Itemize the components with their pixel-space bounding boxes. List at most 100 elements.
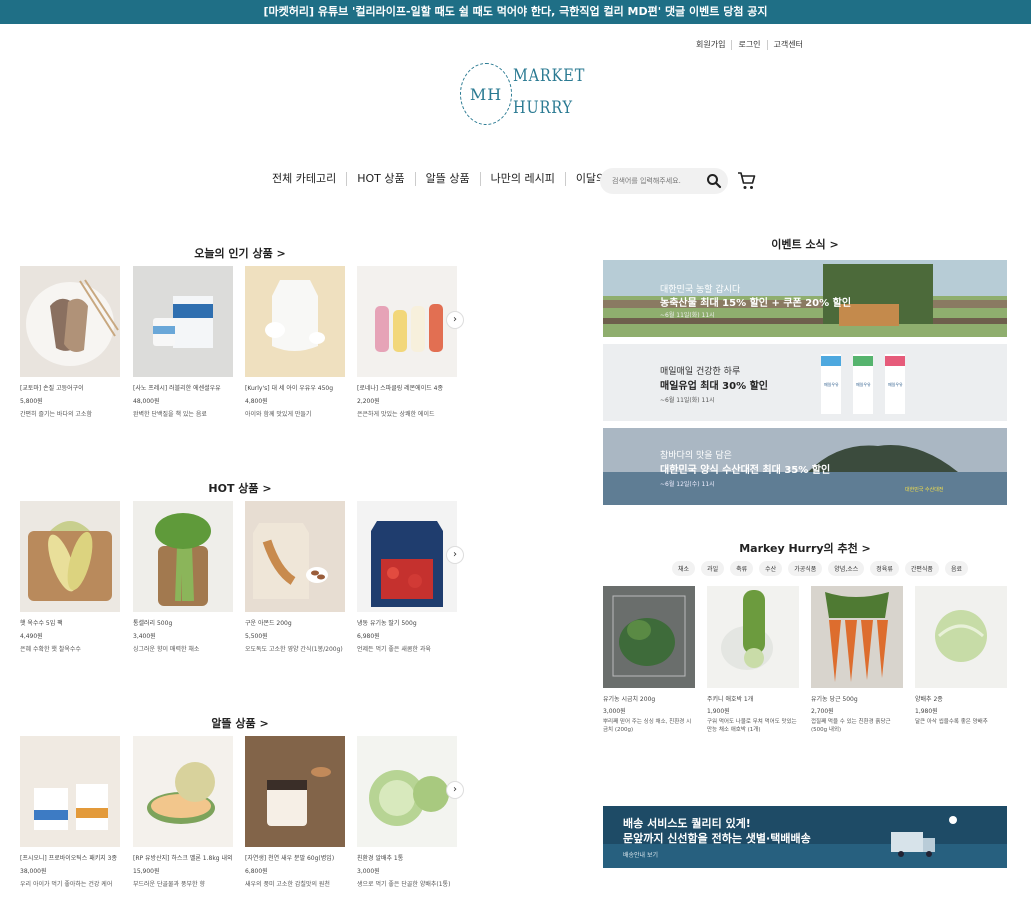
product-card[interactable]: [교토마] 손질 고등어구이 5,800원 간편히 즐기는 바다의 고소함 — [20, 266, 120, 418]
bargain-section-title[interactable]: 알뜰 상품 > — [20, 715, 460, 731]
logo-mark: MH — [460, 63, 512, 125]
product-image[interactable] — [357, 501, 457, 612]
popular-section-title[interactable]: 오늘의 인기 상품 > — [20, 245, 460, 261]
product-desc: 완벽한 단백질을 책 있는 음료 — [133, 411, 207, 418]
product-price: 3,000원 — [357, 868, 380, 875]
product-name: [Kurly's] 대 세 아이 우유우 450g — [245, 385, 334, 392]
product-image[interactable] — [20, 266, 120, 377]
product-image[interactable] — [915, 586, 1007, 688]
product-card[interactable]: 햇 옥수수 5입 팩 4,490원 은혜 수확한 햇 찰옥수수 — [20, 501, 120, 653]
product-card[interactable]: [Kurly's] 대 세 아이 우유우 450g 4,800원 아이와 함께 … — [245, 266, 345, 418]
recommend-category-tabs: 채소 과일 축류 수산 가공식품 양념,소스 정육류 간편식품 음료 — [672, 561, 968, 576]
product-desc: 아이와 함께 맛있게 만들기 — [245, 411, 312, 418]
product-desc: 구워 먹어도 나물로 무쳐 먹어도 맛있는 만능 채소 애호박 (1개) — [707, 719, 797, 733]
delivery-banner[interactable]: 배송 서비스도 퀄리티 있게! 문앞까지 신선함을 전하는 샛별·택배배송 배송안… — [603, 806, 1007, 868]
product-card[interactable]: 양배추 2종 1,980원 달큰 아삭 씹을수록 좋은 양배추 — [915, 586, 1007, 726]
product-card[interactable]: 유기농 시금치 200g 3,000원 뿌리째 믿어 주는 싱싱 채소, 친환경… — [603, 586, 695, 734]
product-card[interactable]: [프시오니] 프로바이오틱스 패키지 3종 38,000원 우리 아이가 먹기 … — [20, 736, 120, 888]
product-price: 6,980원 — [357, 633, 380, 640]
product-image[interactable] — [133, 501, 233, 612]
next-arrow-button[interactable]: › — [446, 311, 464, 329]
product-image[interactable] — [133, 736, 233, 847]
product-image[interactable] — [707, 586, 799, 688]
cart-icon[interactable] — [737, 171, 757, 191]
product-price: 1,900원 — [707, 708, 730, 715]
product-card[interactable]: [로네나] 스파클링 레몬에이드 4종 2,200원 은은하게 맛있는 상쾌한 … — [357, 266, 457, 418]
login-link[interactable]: 로그인 — [731, 40, 766, 50]
recommend-section-title[interactable]: Markey Hurry의 추천 > — [603, 540, 1007, 556]
product-card[interactable]: 친환경 알배추 1통 3,000원 생으로 먹기 좋은 단골한 양배추(1통) — [357, 736, 457, 888]
product-image[interactable] — [811, 586, 903, 688]
tab-drinks[interactable]: 음료 — [944, 561, 968, 576]
product-image[interactable] — [245, 266, 345, 377]
popular-products-row: [교토마] 손질 고등어구이 5,800원 간편히 즐기는 바다의 고소함 [사… — [20, 266, 464, 456]
tab-processed[interactable]: 가공식품 — [788, 561, 823, 576]
product-name: 유기농 당근 500g — [811, 696, 858, 703]
tab-sauces[interactable]: 양념,소스 — [828, 561, 865, 576]
product-image[interactable] — [603, 586, 695, 688]
product-card[interactable]: [사노 프레시] 러블리한 에센셜우유 48,000원 완벽한 단백질을 책 있… — [133, 266, 233, 418]
product-image[interactable] — [133, 266, 233, 377]
product-name: [사노 프레시] 러블리한 에센셜우유 — [133, 385, 221, 392]
banner-title: 대한민국 양식 수산대전 최대 35% 할인 — [660, 465, 831, 476]
product-price: 38,000원 — [20, 868, 47, 875]
announcement-bar[interactable]: [마켓허리] 유튜브 '컬리라이프-일할 때도 쉴 때도 먹어야 한다, 극한직… — [0, 0, 1031, 24]
event-banner[interactable]: 대한민국 농할 갑시다 농축산물 최대 15% 할인 + 쿠폰 20% 할인 ~… — [603, 260, 1007, 337]
next-arrow-button[interactable]: › — [446, 546, 464, 564]
product-card[interactable]: 유기농 당근 500g 2,700원 껍질째 먹을 수 있는 친환경 흙당근 (… — [811, 586, 903, 734]
product-name: 친환경 알배추 1통 — [357, 855, 404, 862]
product-price: 5,800원 — [20, 398, 43, 405]
chevron-right-icon: › — [453, 784, 457, 795]
product-image[interactable] — [245, 501, 345, 612]
product-image[interactable] — [357, 736, 457, 847]
hot-section-title[interactable]: HOT 상품 > — [20, 480, 460, 496]
product-desc: 은혜 수확한 햇 찰옥수수 — [20, 646, 81, 653]
site-logo[interactable]: MH MARKET HURRY — [460, 60, 584, 130]
tab-fruits[interactable]: 과일 — [701, 561, 725, 576]
milk-carton-label: 매일우유 — [824, 382, 839, 387]
next-arrow-button[interactable]: › — [446, 781, 464, 799]
product-card[interactable]: [자연생] 천연 새우 분말 60g(병입) 6,800원 새우의 풍미 고소한… — [245, 736, 345, 888]
tab-seafood[interactable]: 수산 — [759, 561, 783, 576]
product-card[interactable]: [RP 유방산지] 하스크 멜론 1.8kg 내외 15,900원 부드러운 단… — [133, 736, 233, 888]
product-card[interactable]: 냉동 유기농 딸기 500g 6,980원 언제든 먹기 좋은 새콤한 과육 — [357, 501, 457, 653]
tab-vegetables[interactable]: 채소 — [672, 561, 696, 576]
milk-carton-label: 매일우유 — [856, 382, 871, 387]
product-card[interactable]: 주키니 애호박 1개 1,900원 구워 먹어도 나물로 무쳐 먹어도 맛있는 … — [707, 586, 799, 734]
nav-bargain-products[interactable]: 알뜰 상품 — [414, 172, 480, 186]
product-image[interactable] — [357, 266, 457, 377]
search-input[interactable] — [612, 174, 702, 188]
events-section-title[interactable]: 이벤트 소식 > — [603, 236, 1007, 252]
event-banner[interactable]: 참바다의 맛을 담은 대한민국 양식 수산대전 최대 35% 할인 ~6월 12… — [603, 428, 1007, 505]
search-icon[interactable] — [706, 173, 722, 189]
product-desc: 싱그러운 향이 매력한 채소 — [133, 646, 200, 653]
product-desc: 우리 아이가 먹기 좋아하는 건강 케어 — [20, 881, 113, 888]
product-price: 5,500원 — [245, 633, 268, 640]
product-desc: 껍질째 먹을 수 있는 친환경 흙당근 (500g 내외) — [811, 719, 891, 733]
banner-title: 매일유업 최대 30% 할인 — [660, 381, 768, 392]
nav-my-recipes[interactable]: 나만의 레시피 — [479, 172, 565, 186]
product-desc: 달큰 아삭 씹을수록 좋은 양배추 — [915, 719, 988, 725]
product-name: 구운 아몬드 200g — [245, 620, 292, 627]
nav-hot-products[interactable]: HOT 상품 — [346, 172, 414, 186]
product-card[interactable]: 구운 아몬드 200g 5,500원 오도독도 고소한 영양 간식(1봉/200… — [245, 501, 345, 653]
product-name: 햇 옥수수 5입 팩 — [20, 620, 63, 627]
nav-all-categories[interactable]: 전체 카테고리 — [262, 172, 346, 186]
customer-center-link[interactable]: 고객센터 — [766, 40, 809, 50]
signup-link[interactable]: 회원가입 — [690, 40, 731, 50]
delivery-title-line1: 배송 서비스도 퀄리티 있게! — [623, 817, 751, 830]
tab-simple-food[interactable]: 간편식품 — [904, 561, 939, 576]
product-name: 유기농 시금치 200g — [603, 696, 656, 703]
tab-meat[interactable]: 정육류 — [870, 561, 899, 576]
delivery-info-link[interactable]: 배송안내 보기 — [623, 850, 658, 859]
product-name: [자연생] 천연 새우 분말 60g(병입) — [245, 855, 335, 862]
product-name: [교토마] 손질 고등어구이 — [20, 385, 84, 392]
product-image[interactable] — [20, 501, 120, 612]
logo-text-line1: MARKET — [513, 66, 586, 86]
product-image[interactable] — [245, 736, 345, 847]
product-name: [프시오니] 프로바이오틱스 패키지 3종 — [20, 855, 118, 862]
product-image[interactable] — [20, 736, 120, 847]
product-card[interactable]: 통셀러리 500g 3,400원 싱그러운 향이 매력한 채소 — [133, 501, 233, 653]
tab-grains[interactable]: 축류 — [730, 561, 754, 576]
event-banner[interactable]: 매일매일 건강한 하루 매일유업 최대 30% 할인 ~6월 11일(화) 11… — [603, 344, 1007, 421]
